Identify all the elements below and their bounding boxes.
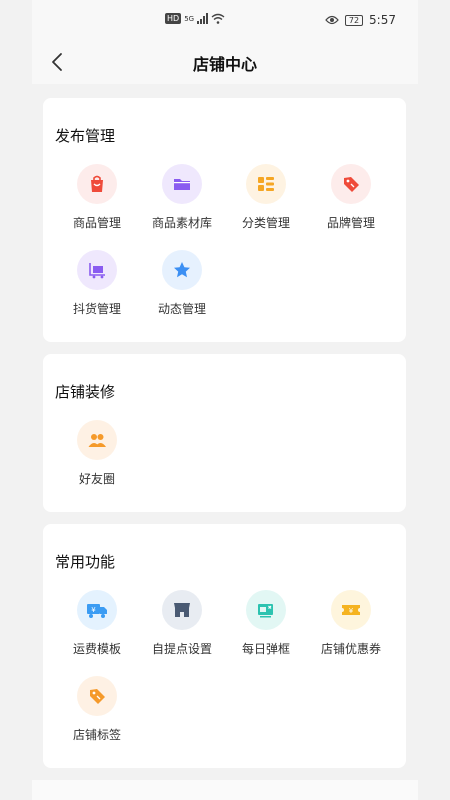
item-shipping-template[interactable]: ¥ 运费模板 — [55, 590, 139, 657]
item-label: 自提点设置 — [151, 642, 212, 656]
folder-icon — [162, 164, 202, 204]
item-label: 品牌管理 — [326, 216, 375, 230]
item-brand-management[interactable]: 品牌管理 — [309, 164, 393, 231]
star-icon — [162, 250, 202, 290]
cart-icon — [77, 250, 117, 290]
wifi-icon — [211, 13, 225, 24]
tag-icon — [331, 164, 371, 204]
coupon-icon: ¥ — [331, 590, 371, 630]
item-product-management[interactable]: 商品管理 — [55, 164, 139, 231]
item-label: 商品管理 — [72, 216, 121, 230]
next-section-edge — [32, 780, 418, 800]
section-title: 店铺装修 — [55, 383, 116, 401]
item-dynamic-management[interactable]: 动态管理 — [140, 250, 224, 317]
nav-bar: 店铺中心 — [32, 42, 418, 84]
signal-icon — [197, 13, 209, 24]
svg-text:¥: ¥ — [349, 607, 354, 615]
item-douhuo-management[interactable]: 抖货管理 — [55, 250, 139, 317]
item-label: 运费模板 — [72, 642, 121, 656]
item-label: 分类管理 — [241, 216, 290, 230]
item-store-coupon[interactable]: ¥ 店铺优惠券 — [309, 590, 393, 657]
item-label: 动态管理 — [157, 302, 206, 316]
item-label: 店铺优惠券 — [320, 642, 381, 656]
item-label: 商品素材库 — [151, 216, 212, 230]
item-label: 每日弹框 — [241, 642, 290, 656]
section-publish-management: 发布管理 商品管理 商品素材库 分类管理 品牌管理 抖货管理 动态管理 — [43, 98, 406, 342]
popup-window-icon — [246, 590, 286, 630]
tag-icon — [77, 676, 117, 716]
eye-icon — [325, 15, 339, 25]
status-right: 72 5:57 — [325, 13, 396, 27]
item-pickup-point-settings[interactable]: 自提点设置 — [140, 590, 224, 657]
item-store-tags[interactable]: 店铺标签 — [55, 676, 139, 743]
item-product-material-library[interactable]: 商品素材库 — [140, 164, 224, 231]
section-title: 发布管理 — [55, 127, 116, 145]
status-bar: HD 5G 72 5:57 — [32, 0, 418, 42]
category-list-icon — [246, 164, 286, 204]
item-category-management[interactable]: 分类管理 — [224, 164, 308, 231]
svg-text:¥: ¥ — [91, 606, 96, 614]
section-store-decoration: 店铺装修 好友圈 — [43, 354, 406, 512]
shopping-bag-icon — [77, 164, 117, 204]
page-title: 店铺中心 — [192, 55, 257, 74]
item-label: 好友圈 — [78, 472, 115, 486]
section-title: 常用功能 — [55, 553, 116, 571]
friends-icon — [77, 420, 117, 460]
network-indicators: HD 5G — [165, 13, 225, 24]
clock: 5:57 — [369, 13, 396, 27]
delivery-truck-icon: ¥ — [77, 590, 117, 630]
item-label: 店铺标签 — [72, 728, 121, 742]
item-label: 抖货管理 — [72, 302, 121, 316]
network-type: 5G — [184, 14, 195, 23]
hd-icon: HD — [165, 13, 182, 24]
store-icon — [162, 590, 202, 630]
section-common-functions: 常用功能 ¥ 运费模板 自提点设置 每日弹框 ¥ 店铺优惠券 店铺标签 — [43, 524, 406, 768]
battery-indicator: 72 — [344, 14, 364, 26]
item-daily-popup[interactable]: 每日弹框 — [224, 590, 308, 657]
item-friends-circle[interactable]: 好友圈 — [55, 420, 139, 487]
